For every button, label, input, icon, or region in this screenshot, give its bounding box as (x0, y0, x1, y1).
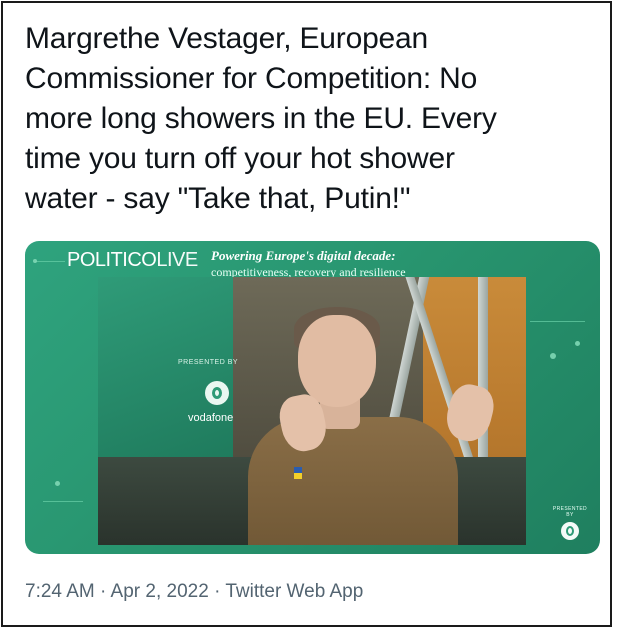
corner-sponsor-badge: PRESENTED BY (550, 506, 590, 546)
tweet-card: Margrethe Vestager, European Commissione… (1, 1, 612, 627)
video-frame: PRESENTED BY vodafone (98, 277, 526, 545)
brand-live: LIVE (156, 249, 198, 271)
vodafone-logo-icon (561, 522, 579, 540)
tweet-timestamp[interactable]: 7:24 AM · Apr 2, 2022 · Twitter Web App (25, 581, 363, 603)
tweet-line: water - say "Take that, Putin!" (25, 182, 411, 215)
tweet-line: Commissioner for Competition: No (25, 62, 478, 95)
brand-main: POLITICO (67, 249, 157, 271)
politico-live-logo: POLITICOLIVE (67, 249, 198, 272)
tweet-line: time you turn off your hot shower (25, 142, 455, 175)
presented-by-label: PRESENTED BY (178, 359, 239, 366)
decor-line (530, 321, 585, 322)
stage-backdrop (98, 277, 233, 457)
corner-presented-by: PRESENTED BY (552, 506, 588, 518)
tweet-text: Margrethe Vestager, European Commissione… (25, 19, 595, 219)
tweet-media[interactable]: POLITICOLIVE Powering Europe's digital d… (25, 241, 600, 554)
event-tagline: Powering Europe's digital decade: (211, 248, 396, 263)
decor-dot (550, 353, 556, 359)
speaker-face (298, 315, 376, 407)
decor-dot (55, 481, 60, 486)
ukraine-ribbon-icon (294, 467, 302, 479)
tweet-line: more long showers in the EU. Every (25, 102, 497, 135)
sponsor-name: vodafone (188, 412, 234, 424)
vodafone-logo-icon (205, 381, 229, 405)
decor-dot (575, 341, 580, 346)
tweet-line: Margrethe Vestager, European (25, 22, 429, 55)
decor-line (43, 501, 83, 502)
speaker-jacket (248, 417, 458, 545)
